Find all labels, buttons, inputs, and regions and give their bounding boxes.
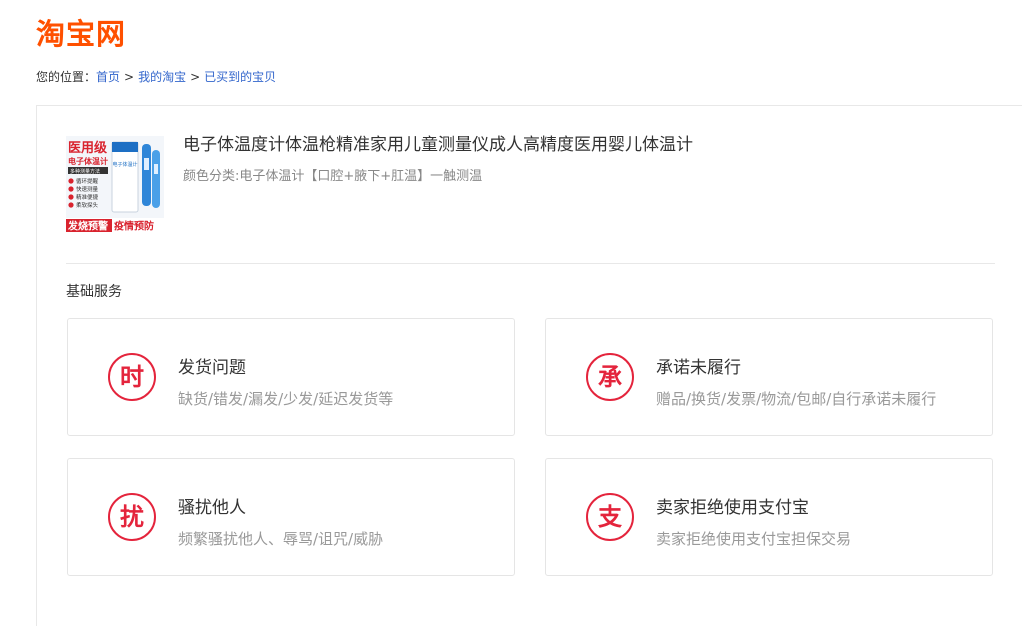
service-description: 赠品/换货/发票/物流/包邮/自行承诺未履行 [656, 390, 937, 408]
breadcrumb-separator: > [124, 70, 135, 84]
service-card-harassment[interactable]: 扰 骚扰他人 频繁骚扰他人、辱骂/诅咒/威胁 [67, 458, 515, 576]
breadcrumb: 您的位置：首页 > 我的淘宝 > 已买到的宝贝 [36, 69, 276, 85]
product-title[interactable]: 电子体温度计体温枪精准家用儿童测量仪成人高精度医用婴儿体温计 [183, 133, 693, 157]
breadcrumb-separator: > [190, 70, 201, 84]
section-title: 基础服务 [66, 284, 122, 300]
svg-text:发烧预警: 发烧预警 [67, 220, 108, 233]
svg-text:电子体温计: 电子体温计 [112, 161, 137, 168]
svg-text:医用级: 医用级 [68, 140, 108, 156]
breadcrumb-purchased-link[interactable]: 已买到的宝贝 [204, 70, 276, 84]
promise-badge-icon: 承 [586, 353, 634, 401]
svg-text:多种测量方法: 多种测量方法 [70, 168, 100, 175]
harassment-badge-icon: 扰 [108, 493, 156, 541]
svg-text:循环提醒: 循环提醒 [76, 177, 99, 185]
product-spec: 颜色分类:电子体温计【口腔+腋下+肛温】一触测温 [183, 169, 483, 184]
divider [66, 263, 995, 264]
taobao-logo[interactable]: 淘宝网 [36, 14, 126, 54]
service-title: 骚扰他人 [178, 498, 246, 518]
svg-text:精准便捷: 精准便捷 [76, 193, 99, 201]
thermometer-product-picture: 医用级 电子体温计 多种测量方法 循环提醒 快速测量 精准便捷 柔软探头 电子体… [66, 136, 164, 234]
service-card-alipay[interactable]: 支 卖家拒绝使用支付宝 卖家拒绝使用支付宝担保交易 [545, 458, 993, 576]
svg-text:疫情预防: 疫情预防 [114, 220, 154, 233]
svg-text:柔软探头: 柔软探头 [76, 201, 99, 209]
svg-text:快速测量: 快速测量 [76, 185, 99, 193]
time-badge-icon: 时 [108, 353, 156, 401]
breadcrumb-home-link[interactable]: 首页 [96, 70, 120, 84]
alipay-badge-icon: 支 [586, 493, 634, 541]
service-description: 卖家拒绝使用支付宝担保交易 [656, 530, 852, 548]
svg-text:电子体温计: 电子体温计 [68, 156, 108, 166]
service-description: 缺货/错发/漏发/少发/延迟发货等 [178, 390, 394, 408]
service-title: 发货问题 [178, 358, 246, 378]
service-description: 频繁骚扰他人、辱骂/诅咒/威胁 [178, 530, 384, 548]
service-title: 承诺未履行 [656, 358, 741, 378]
service-card-shipping[interactable]: 时 发货问题 缺货/错发/漏发/少发/延迟发货等 [67, 318, 515, 436]
service-card-promise[interactable]: 承 承诺未履行 赠品/换货/发票/物流/包邮/自行承诺未履行 [545, 318, 993, 436]
service-title: 卖家拒绝使用支付宝 [656, 498, 809, 518]
product-image[interactable]: 医用级 电子体温计 多种测量方法 循环提醒 快速测量 精准便捷 柔软探头 电子体… [66, 136, 164, 234]
breadcrumb-prefix: 您的位置： [36, 70, 97, 84]
breadcrumb-my-taobao-link[interactable]: 我的淘宝 [138, 70, 186, 84]
